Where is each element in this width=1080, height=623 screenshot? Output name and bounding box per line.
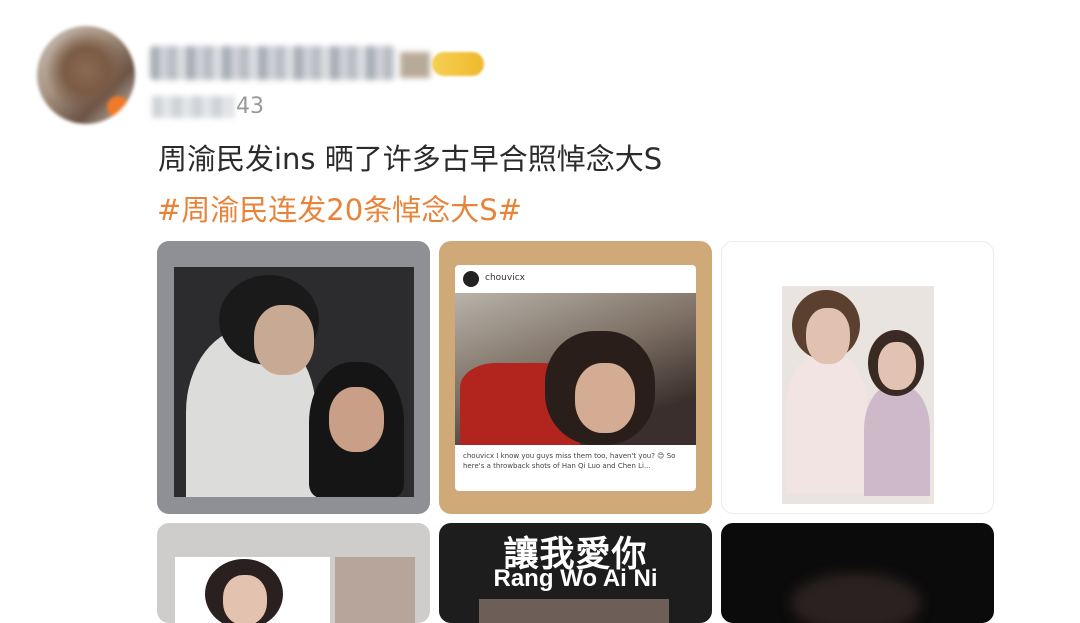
hashtag-link[interactable]: #周渝民连发20条悼念大S# xyxy=(157,187,522,229)
timestamp-blurred xyxy=(152,96,234,118)
ig-avatar-icon xyxy=(463,271,479,287)
photo-content-side xyxy=(335,557,415,623)
image-title-english: Rang Wo Ai Ni xyxy=(493,565,658,592)
photo-content xyxy=(791,573,921,623)
verified-badge-icon xyxy=(107,96,129,118)
photo-content xyxy=(782,286,934,504)
photo-content xyxy=(479,599,669,623)
username-blurred[interactable] xyxy=(150,46,395,80)
vip-badge-icon xyxy=(432,52,484,76)
instagram-post-card: chouvicx chouvicx I know you guys miss t… xyxy=(455,265,696,491)
post-image-1[interactable] xyxy=(157,241,430,514)
user-avatar[interactable] xyxy=(37,26,135,124)
ig-username: chouvicx xyxy=(485,273,525,283)
post-image-4[interactable] xyxy=(157,523,430,623)
post-image-3[interactable] xyxy=(721,241,994,514)
post-image-5[interactable]: 讓我愛你 Rang Wo Ai Ni xyxy=(439,523,712,623)
timestamp: 43 xyxy=(236,94,264,119)
post-image-2[interactable]: chouvicx chouvicx I know you guys miss t… xyxy=(439,241,712,514)
post-text: 周渝民发ins 晒了许多古早合照悼念大S xyxy=(158,142,663,176)
ig-photo xyxy=(455,293,696,445)
photo-content xyxy=(174,267,414,497)
ig-caption: chouvicx I know you guys miss them too, … xyxy=(463,452,676,470)
username-blurred-extra xyxy=(400,52,430,78)
post-image-6[interactable] xyxy=(721,523,994,623)
